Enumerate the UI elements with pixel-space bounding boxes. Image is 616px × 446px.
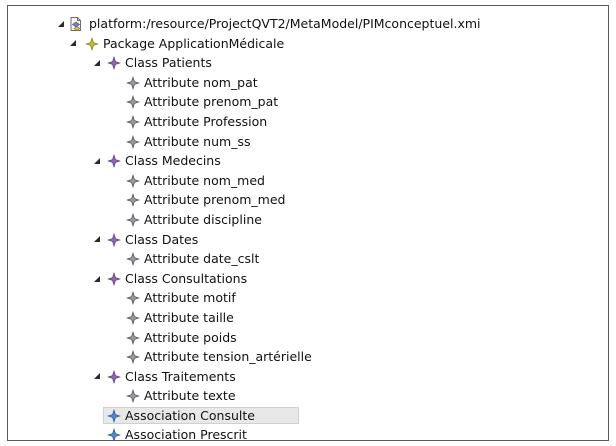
tree-item-association[interactable]: Association Prescrit (8, 425, 608, 441)
tree-item-label: Attribute nom_med (144, 172, 265, 188)
tree-item-attribute[interactable]: Attribute nom_med (8, 171, 608, 191)
tree-item-attribute[interactable]: Attribute taille (8, 308, 608, 328)
tree-item-label: Attribute tension_artérielle (144, 349, 312, 365)
tree-item-class[interactable]: Class Consultations (8, 269, 608, 289)
attribute-icon (125, 330, 141, 346)
attribute-icon (125, 290, 141, 306)
tree-item-attribute[interactable]: Attribute prenom_pat (8, 92, 608, 112)
tree-item-label: Attribute texte (144, 388, 236, 404)
expanded-twistie-icon[interactable] (91, 53, 103, 73)
tree-item-label: Attribute nom_pat (144, 74, 258, 90)
tree-item-class[interactable]: Class Dates (8, 230, 608, 250)
tree-item-label: Attribute Profession (144, 113, 268, 129)
tree-item-attribute[interactable]: Attribute tension_artérielle (8, 347, 608, 367)
tree-item-class[interactable]: Class Traitements (8, 367, 608, 387)
tree-item-label: Class Dates (125, 231, 199, 247)
tree-item-label: Attribute date_cslt (144, 251, 260, 267)
tree: platform:/resource/ProjectQVT2/MetaModel… (8, 14, 608, 441)
tree-item-attribute[interactable]: Attribute num_ss (8, 132, 608, 152)
expanded-twistie-icon[interactable] (91, 151, 103, 171)
tree-item-label: Attribute motif (144, 290, 236, 306)
tree-item-attribute[interactable]: Attribute texte (8, 386, 608, 406)
tree-item-class[interactable]: Class Medecins (8, 151, 608, 171)
tree-item-label: Association Consulte (125, 407, 255, 423)
attribute-icon (125, 212, 141, 228)
expanded-twistie-icon[interactable] (91, 230, 103, 250)
attribute-icon (125, 75, 141, 91)
association-icon (106, 408, 122, 424)
package-icon (84, 36, 100, 52)
attribute-icon (125, 388, 141, 404)
tree-item-attribute[interactable]: Attribute date_cslt (8, 249, 608, 269)
tree-item-label: Attribute poids (144, 329, 237, 345)
association-icon (106, 427, 122, 440)
tree-item-association[interactable]: Association Consulte (8, 406, 608, 426)
tree-item-label: Attribute prenom_med (144, 192, 286, 208)
tree-item-attribute[interactable]: Attribute nom_pat (8, 73, 608, 93)
tree-item-label: Class Traitements (125, 368, 236, 384)
class-icon (106, 271, 122, 287)
attribute-icon (125, 251, 141, 267)
tree-item-label: Association Prescrit (125, 427, 247, 441)
tree-item-label: Attribute discipline (144, 211, 262, 227)
expanded-twistie-icon[interactable] (91, 269, 103, 289)
class-icon (106, 153, 122, 169)
tree-item-resource[interactable]: platform:/resource/ProjectQVT2/MetaModel… (8, 14, 608, 34)
attribute-icon (125, 349, 141, 365)
tree-item-label: Class Patients (125, 55, 212, 71)
class-icon (106, 232, 122, 248)
class-icon (106, 369, 122, 385)
attribute-icon (125, 134, 141, 150)
tree-item-label: Attribute prenom_pat (144, 94, 279, 110)
tree-item-label: Class Consultations (125, 270, 248, 286)
tree-item-attribute[interactable]: Attribute prenom_med (8, 190, 608, 210)
tree-item-label: Attribute taille (144, 309, 234, 325)
tree-item-attribute[interactable]: Attribute discipline (8, 210, 608, 230)
attribute-icon (125, 114, 141, 130)
tree-item-attribute[interactable]: Attribute motif (8, 288, 608, 308)
attribute-icon (125, 173, 141, 189)
tree-item-label: Attribute num_ss (144, 133, 251, 149)
attribute-icon (125, 94, 141, 110)
tree-item-label: Class Medecins (125, 153, 221, 169)
expanded-twistie-icon[interactable] (91, 367, 103, 387)
tree-item-attribute[interactable]: Attribute poids (8, 328, 608, 348)
attribute-icon (125, 310, 141, 326)
tree-item-attribute[interactable]: Attribute Profession (8, 112, 608, 132)
expanded-twistie-icon[interactable] (55, 14, 67, 34)
xmi-resource-icon (68, 16, 84, 32)
expanded-twistie-icon[interactable] (67, 34, 79, 54)
tree-item-label: platform:/resource/ProjectQVT2/MetaModel… (89, 16, 481, 31)
attribute-icon (125, 192, 141, 208)
tree-item-label: Package ApplicationMédicale (103, 35, 285, 51)
tree-item-class[interactable]: Class Patients (8, 53, 608, 73)
tree-item-package[interactable]: Package ApplicationMédicale (8, 34, 608, 54)
model-tree-view: platform:/resource/ProjectQVT2/MetaModel… (7, 5, 609, 441)
class-icon (106, 55, 122, 71)
